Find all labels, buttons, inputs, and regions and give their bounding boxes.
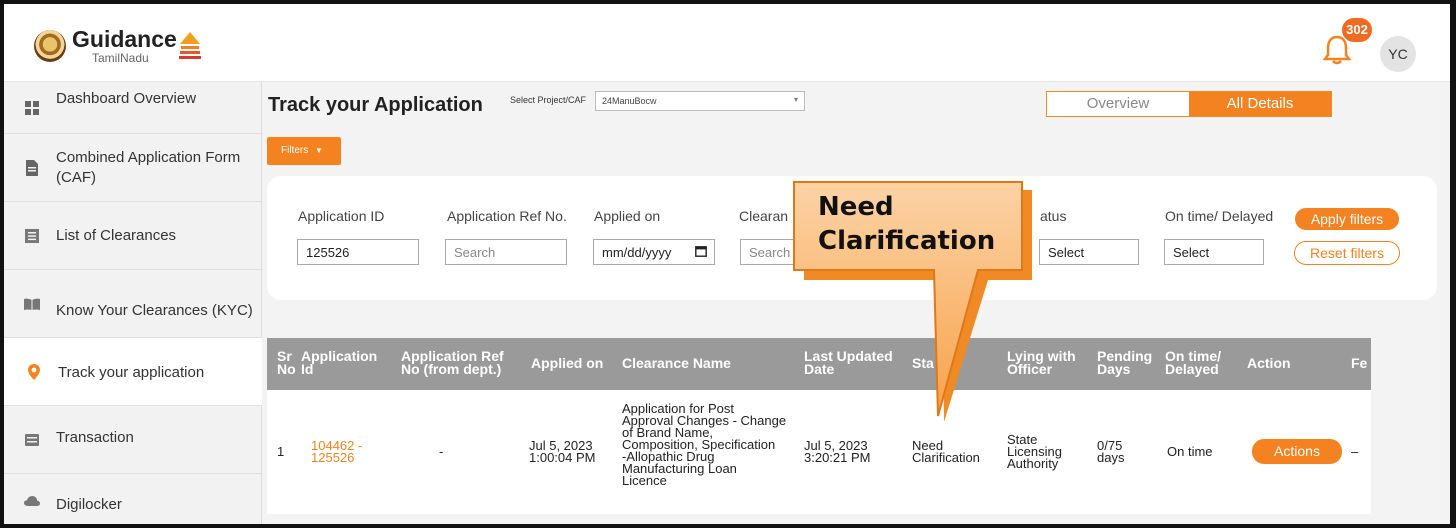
flame-logo-icon bbox=[178, 32, 201, 59]
header-fee: Fe bbox=[1351, 355, 1368, 371]
applied-on-date-input[interactable]: mm/dd/yyyy bbox=[593, 239, 715, 265]
chevron-down-icon: ▾ bbox=[793, 95, 798, 104]
cell-fee: – bbox=[1351, 444, 1359, 459]
select-project-label: Select Project/CAF bbox=[510, 95, 587, 105]
book-icon bbox=[24, 298, 40, 310]
sidebar-item-label: List of Clearances bbox=[56, 226, 177, 244]
ontime-delayed-select[interactable]: Select bbox=[1164, 239, 1264, 265]
application-id-label: Application ID bbox=[298, 208, 385, 224]
header-applied-on: Applied on bbox=[531, 355, 604, 371]
card-icon bbox=[24, 433, 40, 446]
document-icon bbox=[24, 159, 40, 176]
logo-title: Guidance bbox=[72, 26, 177, 52]
cell-status: Need Clarification bbox=[912, 438, 980, 465]
cell-sr-no: 1 bbox=[277, 444, 285, 459]
cell-lying-with-officer: State Licensing Authority bbox=[1007, 432, 1062, 471]
callout-text: Need Clarification bbox=[818, 192, 996, 256]
cloud-icon bbox=[24, 496, 40, 506]
application-ref-input[interactable]: Search bbox=[445, 239, 567, 265]
header-action: Action bbox=[1247, 355, 1291, 371]
applied-on-label: Applied on bbox=[594, 208, 661, 224]
sidebar-item-kyc[interactable]: Know Your Clearances (KYC) bbox=[4, 270, 262, 338]
header-sr-no: Sr No bbox=[277, 348, 296, 377]
select-project-value: 24ManuBocw bbox=[602, 96, 657, 106]
guidance-logo[interactable]: Guidance TamilNadu bbox=[34, 28, 201, 64]
logo-subtitle: TamilNadu bbox=[92, 51, 149, 65]
user-avatar[interactable]: YC bbox=[1380, 36, 1416, 72]
tamilnadu-emblem-icon bbox=[34, 30, 66, 62]
sidebar-item-label: Transaction bbox=[56, 428, 134, 446]
cell-application-id-link[interactable]: 104462 - 125526 bbox=[311, 439, 362, 464]
apply-filters-button[interactable]: Apply filters bbox=[1295, 208, 1399, 230]
ontime-delayed-label: On time/ Delayed bbox=[1165, 208, 1274, 224]
sidebar-item-label: Track your application bbox=[58, 363, 205, 381]
view-toggle: Overview All Details bbox=[1046, 91, 1332, 117]
sidebar-item-track-your-application[interactable]: Track your application bbox=[4, 338, 262, 406]
sidebar-item-dashboard-overview[interactable]: Dashboard Overview bbox=[4, 82, 262, 134]
caret-down-icon: ▼ bbox=[315, 146, 323, 155]
date-placeholder: mm/dd/yyyy bbox=[602, 245, 672, 260]
header-clearance-name: Clearance Name bbox=[622, 355, 731, 371]
header-ontime-delayed: On time/ Delayed bbox=[1165, 348, 1222, 377]
cell-application-ref: - bbox=[439, 444, 444, 459]
select-project-dropdown[interactable]: 24ManuBocw ▾ bbox=[595, 91, 805, 111]
clearance-label: Clearan bbox=[739, 208, 789, 224]
sidebar-item-caf[interactable]: Combined Application Form (CAF) bbox=[4, 134, 262, 202]
tab-overview[interactable]: Overview bbox=[1047, 92, 1189, 116]
location-pin-icon bbox=[26, 363, 42, 380]
actions-button[interactable]: Actions bbox=[1252, 439, 1342, 464]
cell-pending-days: 0/75 days bbox=[1097, 438, 1125, 465]
filters-button-label: Filters bbox=[281, 145, 309, 156]
sidebar-item-digilocker[interactable]: Digilocker bbox=[4, 474, 262, 528]
page-title: Track your Application bbox=[268, 94, 483, 116]
filters-button[interactable]: Filters ▼ bbox=[267, 137, 341, 165]
app-header: Guidance TamilNadu 302 YC bbox=[4, 4, 1450, 82]
notification-count-badge[interactable]: 302 bbox=[1342, 18, 1372, 42]
header-pending-days: Pending Days bbox=[1097, 348, 1153, 377]
sidebar-item-list-of-clearances[interactable]: List of Clearances bbox=[4, 202, 262, 270]
cell-applied-on: Jul 5, 2023 1:00:04 PM bbox=[529, 438, 596, 465]
sidebar-item-transaction[interactable]: Transaction bbox=[4, 406, 262, 474]
sidebar-item-label: Combined Application Form (CAF) bbox=[56, 148, 241, 186]
tab-all-details[interactable]: All Details bbox=[1189, 92, 1331, 116]
cell-last-updated: Jul 5, 2023 3:20:21 PM bbox=[804, 438, 871, 465]
calendar-icon bbox=[695, 245, 707, 260]
header-application-ref: Application Ref No (from dept.) bbox=[401, 348, 504, 377]
header-application-id: Application Id bbox=[301, 348, 378, 377]
application-ref-label: Application Ref No. bbox=[447, 208, 567, 224]
grid-icon bbox=[24, 100, 40, 115]
application-id-input[interactable]: 125526 bbox=[297, 239, 419, 265]
sidebar: Dashboard Overview Combined Application … bbox=[4, 82, 262, 528]
reset-filters-button[interactable]: Reset filters bbox=[1294, 241, 1400, 265]
sidebar-item-label: Dashboard Overview bbox=[56, 89, 197, 107]
sidebar-item-label: Digilocker bbox=[56, 496, 122, 513]
cell-clearance-name: Application for Post Approval Changes - … bbox=[622, 401, 787, 488]
sidebar-item-label: Know Your Clearances (KYC) bbox=[56, 301, 253, 319]
cell-ontime: On time bbox=[1167, 444, 1213, 459]
list-icon bbox=[24, 228, 40, 243]
